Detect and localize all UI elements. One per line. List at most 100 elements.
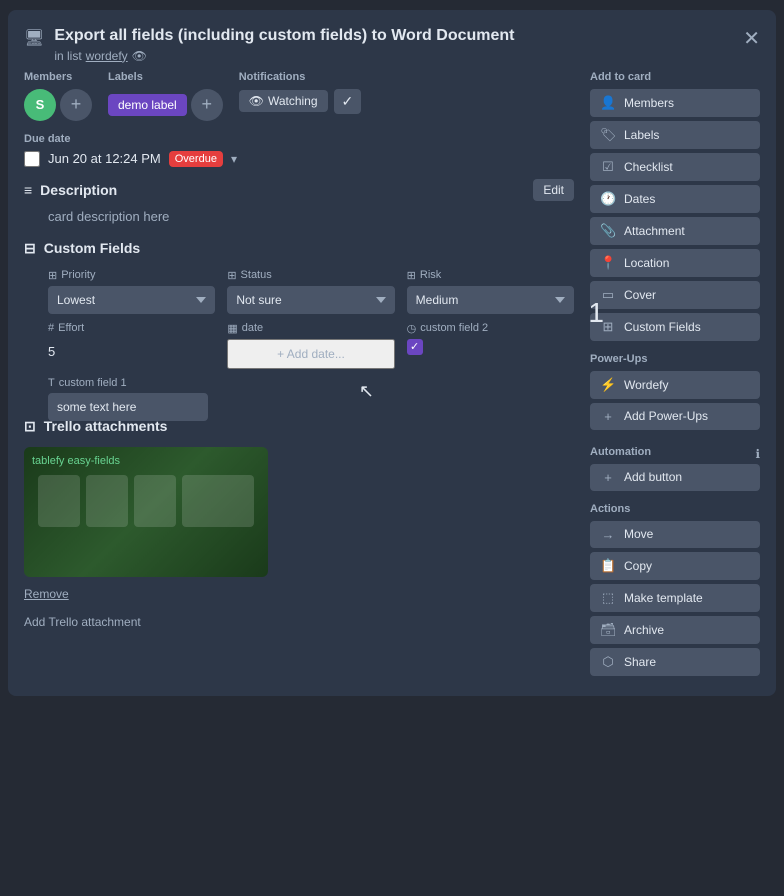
attachment-thumbnail: tablefy easy-fields (24, 447, 268, 577)
field-status: ⊞ Status Not sure Todo In Progress Done (227, 269, 394, 314)
meta-row: Members S + Labels demo label + (24, 71, 574, 121)
field-custom2-label: ◷ custom field 2 (407, 322, 574, 335)
custom-fields-row-2: # Effort 5 ▦ date + Add date... (24, 322, 574, 369)
automation-info-icon: ℹ (755, 447, 760, 461)
field-risk-label: ⊞ Risk (407, 269, 574, 282)
main-content: Members S + Labels demo label + (24, 71, 574, 680)
sidebar-copy-button[interactable]: 📋 Copy (590, 552, 760, 580)
attachment-cards-row (38, 475, 254, 527)
avatar[interactable]: S (24, 89, 56, 121)
attachments-title-text: Trello attachments (44, 418, 168, 434)
add-date-button[interactable]: + Add date... (227, 339, 394, 369)
attachments-section: ⊡ Trello attachments tablefy easy-fields (24, 418, 574, 633)
status-label-text: Status (241, 269, 272, 281)
field-custom1: T custom field 1 (48, 377, 208, 421)
sidebar-cover-button[interactable]: ▭ Cover (590, 281, 760, 309)
field-risk: ⊞ Risk Low Medium High 1 (407, 269, 574, 314)
subtitle-prefix: in list (54, 49, 81, 63)
sidebar-location-button[interactable]: 📍 Location (590, 249, 760, 277)
sidebar-labels-button[interactable]: 🏷 Labels (590, 121, 760, 149)
archive-icon: 🗃 (600, 622, 616, 638)
field-priority-label: ⊞ Priority (48, 269, 215, 282)
location-sidebar-label: Location (624, 256, 669, 270)
sidebar-move-button[interactable]: → Move (590, 521, 760, 548)
priority-select[interactable]: Lowest Low Medium High Critical (48, 286, 215, 314)
automation-title: Automation (590, 446, 651, 458)
description-section: ≡ Description Edit card description here (24, 179, 574, 224)
status-icon: ⊞ (227, 269, 236, 282)
modal-subtitle: in list wordefy 👁 (54, 49, 514, 63)
description-title: ≡ Description (24, 182, 117, 198)
sidebar-dates-button[interactable]: 🕐 Dates (590, 185, 760, 213)
share-icon: ⬡ (600, 654, 616, 670)
priority-label-text: Priority (61, 269, 95, 281)
remove-attachment-button[interactable]: Remove (24, 587, 69, 601)
make-template-icon: ⬚ (600, 590, 616, 606)
edit-description-button[interactable]: Edit (533, 179, 574, 201)
due-date-checkbox[interactable] (24, 151, 40, 167)
attachment-card-1 (38, 475, 80, 527)
sidebar-attachment-button[interactable]: 📎 Attachment (590, 217, 760, 245)
status-select[interactable]: Not sure Todo In Progress Done (227, 286, 394, 314)
close-button[interactable]: ✕ (739, 22, 764, 55)
eye-icon: 👁 (132, 49, 147, 63)
sidebar-custom-fields-button[interactable]: ⊞ Custom Fields (590, 313, 760, 341)
sidebar-checklist-button[interactable]: ☑ Checklist (590, 153, 760, 181)
attachment-label: tablefy easy-fields (32, 455, 120, 467)
risk-icon: ⊞ (407, 269, 416, 282)
date-icon: ▦ (227, 322, 237, 335)
attachment-icon: ⊡ (24, 418, 36, 435)
custom2-checkbox[interactable]: ✓ (407, 339, 423, 355)
members-section: Members S + (24, 71, 92, 121)
effort-value: 5 (48, 338, 215, 365)
custom2-label-text: custom field 2 (420, 322, 488, 334)
add-to-card-title: Add to card (590, 71, 760, 83)
archive-label: Archive (624, 623, 664, 637)
notifications-section: Notifications 👁 Watching ✓ (239, 71, 362, 121)
attachment-thumb-inner: tablefy easy-fields (24, 447, 268, 577)
list-name-link[interactable]: wordefy (86, 49, 128, 63)
add-member-button[interactable]: + (60, 89, 92, 121)
due-date-dropdown-arrow[interactable]: ▾ (231, 152, 237, 166)
attachment-card-4 (182, 475, 254, 527)
document-icon: 🖥 (24, 28, 44, 48)
watching-check-button[interactable]: ✓ (334, 89, 362, 114)
move-icon: → (600, 527, 616, 542)
risk-select[interactable]: Low Medium High (407, 286, 574, 314)
custom-fields-row-1: ⊞ Priority Lowest Low Medium High Critic… (24, 269, 574, 314)
custom-fields-section: ⊟ Custom Fields ⊞ Priority (24, 240, 574, 402)
label-chip[interactable]: demo label (108, 94, 187, 116)
custom1-input[interactable] (48, 393, 208, 421)
sidebar-share-button[interactable]: ⬡ Share (590, 648, 760, 676)
sidebar-members-button[interactable]: 👤 Members (590, 89, 760, 117)
members-row: S + (24, 89, 92, 121)
sidebar-wordefy-button[interactable]: ⚡ Wordefy (590, 371, 760, 399)
labels-section: Labels demo label + (108, 71, 223, 121)
labels-sidebar-icon: 🏷 (600, 127, 616, 143)
wordefy-icon: ⚡ (600, 377, 616, 393)
attachments-title: ⊡ Trello attachments (24, 418, 574, 435)
watching-button[interactable]: 👁 Watching (239, 90, 328, 112)
modal-body: Members S + Labels demo label + (24, 71, 760, 680)
sidebar-make-template-button[interactable]: ⬚ Make template (590, 584, 760, 612)
add-attachment-button[interactable]: Add Trello attachment (24, 611, 141, 633)
custom1-icon: T (48, 377, 55, 389)
sidebar-archive-button[interactable]: 🗃 Archive (590, 616, 760, 644)
copy-label: Copy (624, 559, 652, 573)
share-label: Share (624, 655, 656, 669)
custom-fields-title: ⊟ Custom Fields (24, 240, 574, 257)
labels-label: Labels (108, 71, 223, 83)
field-status-label: ⊞ Status (227, 269, 394, 282)
attachment-sidebar-icon: 📎 (600, 223, 616, 239)
add-label-button[interactable]: + (191, 89, 223, 121)
notifications-row: 👁 Watching ✓ (239, 89, 362, 114)
due-date-section: Due date Jun 20 at 12:24 PM Overdue ▾ (24, 133, 574, 167)
sidebar-add-button-button[interactable]: + Add button (590, 464, 760, 491)
field-custom1-label: T custom field 1 (48, 377, 208, 389)
attachment-card-3 (134, 475, 176, 527)
sidebar-add-power-ups-button[interactable]: + Add Power-Ups (590, 403, 760, 430)
effort-label-text: Effort (58, 322, 84, 334)
field-date-label: ▦ date (227, 322, 394, 335)
make-template-label: Make template (624, 591, 703, 605)
eye-icon-small: 👁 (249, 94, 264, 108)
